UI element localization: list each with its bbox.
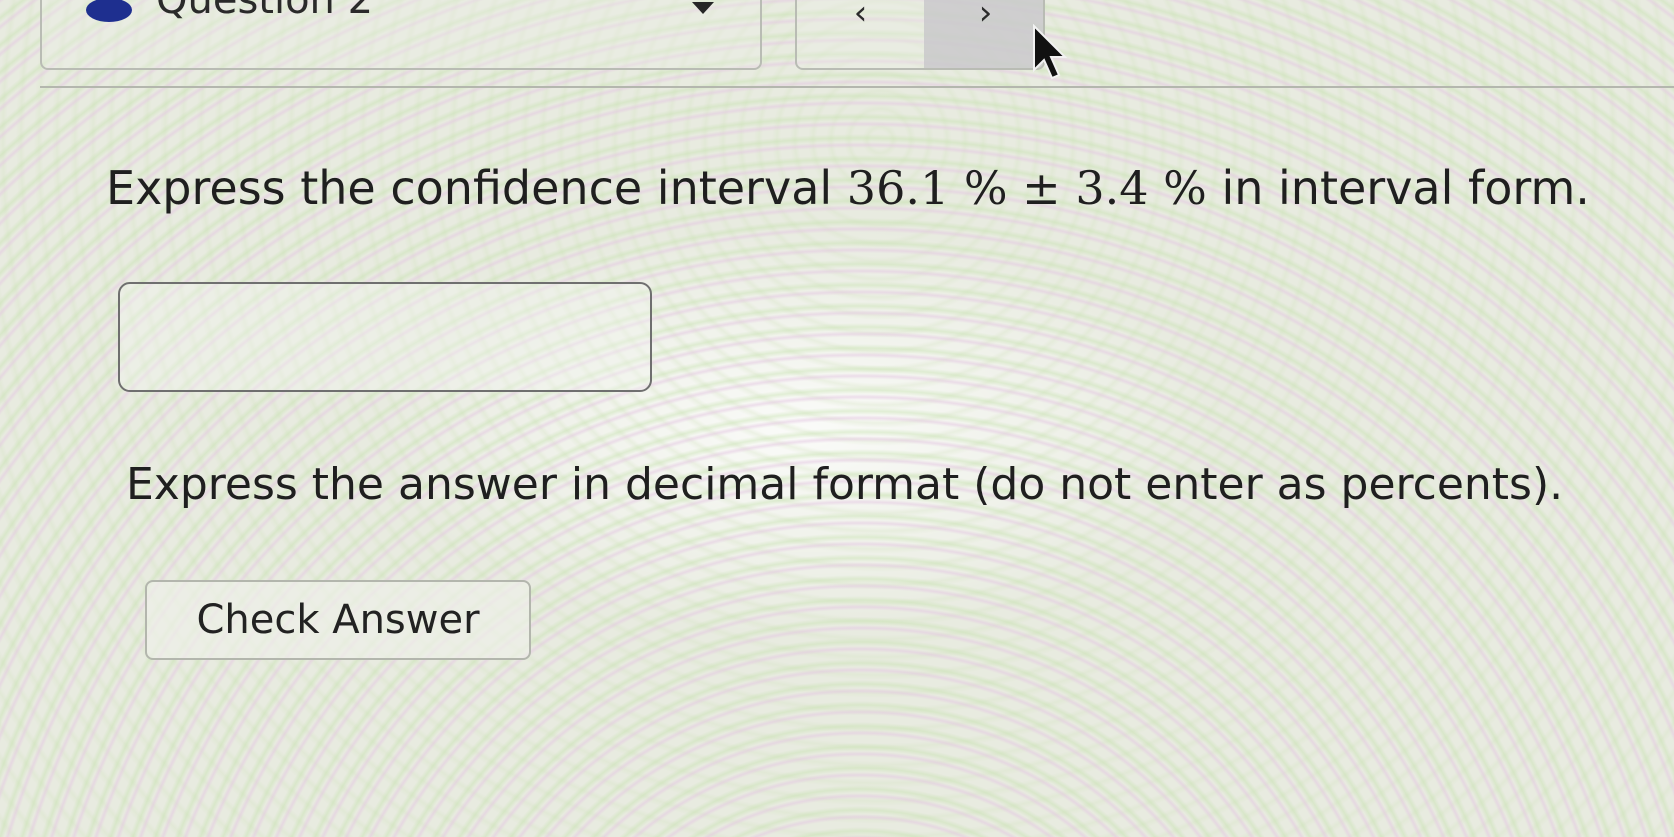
chevron-left-icon: ‹ bbox=[853, 0, 868, 33]
answer-instruction: Express the answer in decimal format (do… bbox=[126, 459, 1564, 510]
previous-question-button[interactable]: ‹ bbox=[797, 0, 924, 68]
answer-input[interactable] bbox=[118, 282, 652, 392]
mouse-pointer-icon bbox=[1033, 24, 1068, 80]
next-question-button[interactable]: › bbox=[924, 0, 1043, 68]
question-status-dot bbox=[86, 0, 132, 22]
question-selector[interactable]: Question 2 bbox=[40, 0, 762, 70]
question-prompt: Express the confidence interval 36.1 % ±… bbox=[106, 160, 1590, 216]
question-label: Question 2 bbox=[156, 0, 374, 23]
chevron-right-icon: › bbox=[978, 0, 993, 33]
check-answer-button[interactable]: Check Answer bbox=[145, 580, 531, 660]
question-navigation: ‹ › bbox=[795, 0, 1045, 70]
question-text-after: in interval form. bbox=[1206, 161, 1590, 215]
chevron-down-icon[interactable] bbox=[692, 2, 714, 14]
confidence-interval-expression: 36.1 % ± 3.4 % bbox=[846, 161, 1207, 215]
question-text-before: Express the confidence interval bbox=[106, 161, 847, 215]
header-divider bbox=[40, 86, 1674, 88]
